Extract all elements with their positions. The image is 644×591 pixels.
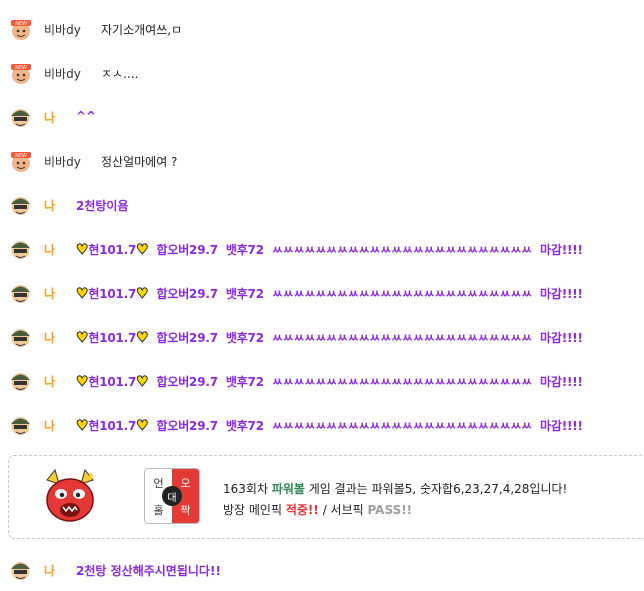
soldier-avatar-icon (11, 417, 30, 435)
message-part: 합오버29.7 (156, 287, 219, 301)
chat-message: NEW 비바dy ㅈㅅ.... (0, 52, 644, 92)
sender-name: 나 (44, 564, 56, 578)
heart-icon: ♥ (136, 374, 150, 391)
heart-icon: ♥ (75, 374, 89, 391)
message-text: ♥현101.7♥ 합오버29.7 뱃후72 ㅆㅆㅆㅆㅆㅆㅆㅆㅆㅆㅆㅆㅆㅆㅆㅆㅆㅆㅆㅆㅆ… (75, 373, 583, 391)
sender-name: 나 (44, 331, 56, 345)
devil-icon (46, 468, 94, 522)
message-part: 뱃후72 (225, 331, 264, 345)
svg-text:NEW: NEW (15, 65, 27, 71)
message-text: ㅈㅅ.... (101, 67, 139, 81)
pass-label: PASS!! (367, 503, 413, 517)
sender-name: 나 (44, 287, 56, 301)
message-part: 현101.7 (88, 331, 137, 345)
soldier-avatar-icon (11, 562, 30, 580)
chat-message: 나 2천탕이욤 (0, 184, 644, 224)
message-part: 뱃후72 (225, 243, 264, 257)
sender-name: 비바dy (44, 67, 81, 81)
heart-icon: ♥ (136, 418, 150, 435)
chat-message: NEW 비바dy 자기소개여쓰,ㅁ (0, 8, 644, 48)
sender-name: 나 (44, 375, 56, 389)
message-part: 합오버29.7 (156, 331, 219, 345)
new-user-avatar-icon: NEW (11, 152, 31, 172)
soldier-avatar-icon (11, 373, 30, 391)
message-text: ♥현101.7♥ 합오버29.7 뱃후72 ㅆㅆㅆㅆㅆㅆㅆㅆㅆㅆㅆㅆㅆㅆㅆㅆㅆㅆㅆㅆㅆ… (75, 329, 583, 347)
result-text: / 서브픽 (318, 503, 368, 517)
hit-label: 적중!! (285, 503, 319, 517)
message-part: 합오버29.7 (156, 243, 219, 257)
soldier-avatar-icon (11, 285, 30, 303)
message-text: ♥현101.7♥ 합오버29.7 뱃후72 ㅆㅆㅆㅆㅆㅆㅆㅆㅆㅆㅆㅆㅆㅆㅆㅆㅆㅆㅆㅆㅆ… (75, 241, 583, 259)
result-text: 방장 메인픽 (223, 503, 286, 517)
message-text: 정산얼마에여 ? (101, 155, 178, 169)
new-user-avatar-icon: NEW (11, 20, 31, 40)
message-part: 현101.7 (88, 419, 137, 433)
soldier-avatar-icon (11, 197, 30, 215)
message-part: 현101.7 (88, 375, 137, 389)
message-text: 자기소개여쓰,ㅁ (101, 23, 183, 37)
badge-center-large: 대 (162, 486, 182, 506)
message-part: ㅆㅆㅆㅆㅆㅆㅆㅆㅆㅆㅆㅆㅆㅆㅆㅆㅆㅆㅆㅆㅆㅆㅆㅆ (271, 419, 533, 433)
message-part: 마감!!!! (540, 331, 583, 345)
heart-icon: ♥ (75, 286, 89, 303)
sender-name: 비바dy (44, 23, 81, 37)
message-part: 뱃후72 (225, 419, 264, 433)
svg-text:NEW: NEW (15, 153, 27, 159)
message-text: ♥현101.7♥ 합오버29.7 뱃후72 ㅆㅆㅆㅆㅆㅆㅆㅆㅆㅆㅆㅆㅆㅆㅆㅆㅆㅆㅆㅆㅆ… (75, 417, 583, 435)
soldier-avatar-icon (11, 109, 30, 127)
new-user-avatar-icon: NEW (11, 64, 31, 84)
chat-message: 나 ♥현101.7♥ 합오버29.7 뱃후72 ㅆㅆㅆㅆㅆㅆㅆㅆㅆㅆㅆㅆㅆㅆㅆㅆㅆㅆㅆ… (0, 272, 644, 312)
heart-icon: ♥ (136, 330, 150, 347)
chat-message: 나 2천탕 정산해주시면됩니다!! (0, 549, 644, 589)
sender-name: 나 (44, 243, 56, 257)
message-part: 뱃후72 (225, 287, 264, 301)
sender-name: 나 (44, 111, 56, 125)
message-part: 뱃후72 (225, 375, 264, 389)
message-text: ♥현101.7♥ 합오버29.7 뱃후72 ㅆㅆㅆㅆㅆㅆㅆㅆㅆㅆㅆㅆㅆㅆㅆㅆㅆㅆㅆㅆㅆ… (75, 285, 583, 303)
sender-name: 나 (44, 199, 56, 213)
chat-message: NEW 비바dy 정산얼마에여 ? (0, 140, 644, 180)
game-result-card: 언 오 홀 짝 대 163회차 파워볼 게임 결과는 파워볼5, 숫자합6,23… (8, 455, 644, 539)
game-name: 파워볼 (271, 482, 305, 496)
message-part: 현101.7 (88, 243, 137, 257)
soldier-avatar-icon (11, 329, 30, 347)
chat-message: 나 ♥현101.7♥ 합오버29.7 뱃후72 ㅆㅆㅆㅆㅆㅆㅆㅆㅆㅆㅆㅆㅆㅆㅆㅆㅆㅆㅆ… (0, 316, 644, 356)
message-part: ㅆㅆㅆㅆㅆㅆㅆㅆㅆㅆㅆㅆㅆㅆㅆㅆㅆㅆㅆㅆㅆㅆㅆㅆ (271, 375, 533, 389)
result-line-1: 163회차 파워볼 게임 결과는 파워볼5, 숫자합6,23,27,4,28입니… (223, 480, 567, 497)
chat-message: 나 ♥현101.7♥ 합오버29.7 뱃후72 ㅆㅆㅆㅆㅆㅆㅆㅆㅆㅆㅆㅆㅆㅆㅆㅆㅆㅆㅆ… (0, 228, 644, 268)
chat-message: 나 ♥현101.7♥ 합오버29.7 뱃후72 ㅆㅆㅆㅆㅆㅆㅆㅆㅆㅆㅆㅆㅆㅆㅆㅆㅆㅆㅆ… (0, 404, 644, 444)
sender-name: 비바dy (44, 155, 81, 169)
message-part: ㅆㅆㅆㅆㅆㅆㅆㅆㅆㅆㅆㅆㅆㅆㅆㅆㅆㅆㅆㅆㅆㅆㅆㅆ (271, 243, 533, 257)
message-part: 마감!!!! (540, 375, 583, 389)
soldier-avatar-icon (11, 241, 30, 259)
message-part: 합오버29.7 (156, 375, 219, 389)
result-text: 163회차 (223, 482, 272, 496)
chat-message: 나 ^^ (0, 96, 644, 136)
odd-even-badge: 언 오 홀 짝 대 (144, 468, 200, 524)
result-text: 게임 결과는 파워볼5, 숫자합6,23,27,4,28입니다! (304, 482, 568, 496)
message-part: 마감!!!! (540, 243, 583, 257)
message-text: 2천탕 정산해주시면됩니다!! (76, 564, 221, 578)
message-part: 마감!!!! (540, 419, 583, 433)
message-part: 합오버29.7 (156, 419, 219, 433)
heart-icon: ♥ (75, 330, 89, 347)
chat-message: 나 ♥현101.7♥ 합오버29.7 뱃후72 ㅆㅆㅆㅆㅆㅆㅆㅆㅆㅆㅆㅆㅆㅆㅆㅆㅆㅆㅆ… (0, 360, 644, 400)
heart-icon: ♥ (75, 242, 89, 259)
svg-text:NEW: NEW (15, 21, 27, 27)
message-part: ㅆㅆㅆㅆㅆㅆㅆㅆㅆㅆㅆㅆㅆㅆㅆㅆㅆㅆㅆㅆㅆㅆㅆㅆ (271, 287, 533, 301)
message-text: 2천탕이욤 (76, 199, 129, 213)
message-part: 마감!!!! (540, 287, 583, 301)
heart-icon: ♥ (75, 418, 89, 435)
result-line-2: 방장 메인픽 적중!! / 서브픽 PASS!! (223, 501, 412, 518)
message-part: 현101.7 (88, 287, 137, 301)
message-part: ㅆㅆㅆㅆㅆㅆㅆㅆㅆㅆㅆㅆㅆㅆㅆㅆㅆㅆㅆㅆㅆㅆㅆㅆ (271, 331, 533, 345)
message-text: ^^ (76, 109, 97, 123)
heart-icon: ♥ (136, 242, 150, 259)
heart-icon: ♥ (136, 286, 150, 303)
sender-name: 나 (44, 419, 56, 433)
